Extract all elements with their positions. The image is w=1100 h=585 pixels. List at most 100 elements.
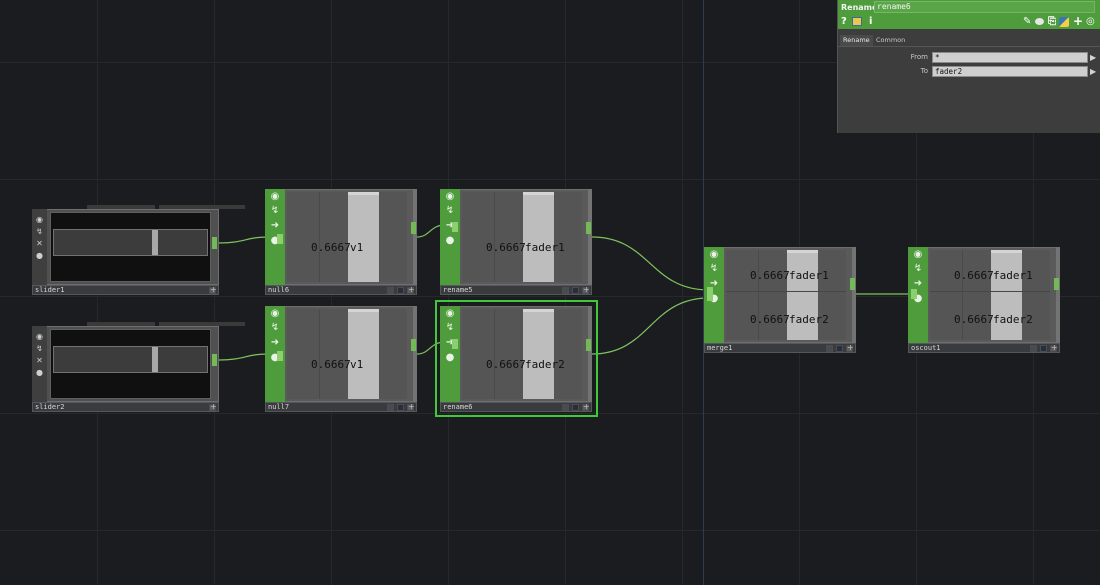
display-flag-icon[interactable] xyxy=(562,404,569,411)
render-flag-icon[interactable] xyxy=(836,345,843,352)
add-icon[interactable] xyxy=(407,285,415,294)
node-label[interactable]: null6 xyxy=(268,286,289,295)
node-null6[interactable]: ◉ ↯ ➜ ● 0.6667 v1 null6 xyxy=(265,189,417,295)
chop-viewer[interactable]: 0.6667 fader1 0.6667 fader2 xyxy=(930,250,1050,340)
bypass-icon[interactable]: ↯ xyxy=(443,322,457,334)
add-icon[interactable] xyxy=(1050,343,1058,352)
node-null7[interactable]: ◉ ↯ ➜ ● 0.6667 v1 null7 xyxy=(265,306,417,412)
chop-viewer[interactable]: 0.6667 v1 xyxy=(287,192,407,282)
add-icon[interactable] xyxy=(407,402,415,411)
viewer-icon[interactable]: ◉ xyxy=(268,191,282,203)
add-icon[interactable]: + xyxy=(1073,15,1083,27)
node-label[interactable]: slider2 xyxy=(35,403,65,412)
node-slider2[interactable]: ◉ ↯ ✕ ● slider2 xyxy=(32,322,245,412)
display-flag-icon[interactable] xyxy=(387,287,394,294)
help-icon[interactable]: ? xyxy=(841,16,847,27)
operator-name-field[interactable]: rename6 xyxy=(874,1,1095,13)
edit-icon[interactable]: ✎ xyxy=(1023,16,1031,27)
viewer-icon[interactable]: ◉ xyxy=(34,215,45,225)
node-slider1[interactable]: ◉ ↯ ✕ ● slider1 xyxy=(32,205,245,295)
target-icon[interactable]: ◎ xyxy=(1086,16,1095,27)
output-connector[interactable] xyxy=(212,354,217,366)
tab-rename[interactable]: Rename xyxy=(840,35,873,46)
display-flag-icon[interactable] xyxy=(826,345,833,352)
bypass-icon[interactable]: ↯ xyxy=(911,263,925,275)
node-label[interactable]: null7 xyxy=(268,403,289,412)
display-flag-icon[interactable] xyxy=(1030,345,1037,352)
chop-viewer[interactable]: 0.6667 fader2 xyxy=(462,309,582,399)
input-connector[interactable] xyxy=(277,234,283,244)
lock-icon[interactable]: ● xyxy=(443,352,457,364)
add-icon[interactable] xyxy=(209,402,217,411)
viewer-icon[interactable]: ◉ xyxy=(443,191,457,203)
bypass-icon[interactable]: ↯ xyxy=(707,263,721,275)
tab-common[interactable]: Common xyxy=(873,35,908,46)
output-connector[interactable] xyxy=(1054,278,1059,290)
render-flag-icon[interactable] xyxy=(397,287,404,294)
close-icon[interactable]: ✕ xyxy=(34,356,45,366)
slider-track[interactable] xyxy=(53,229,208,256)
lock-icon[interactable]: ● xyxy=(443,235,457,247)
output-connector[interactable] xyxy=(411,339,416,351)
bypass-icon[interactable]: ↯ xyxy=(268,322,282,334)
bypass-icon[interactable]: ↯ xyxy=(268,205,282,217)
python-icon[interactable] xyxy=(852,17,862,26)
viewer-icon[interactable]: ◉ xyxy=(268,308,282,320)
python-logo-icon[interactable] xyxy=(1059,17,1069,27)
from-menu-arrow-icon[interactable]: ▶ xyxy=(1090,52,1098,63)
bypass-icon[interactable]: ↯ xyxy=(443,205,457,217)
lock-icon[interactable]: ● xyxy=(34,368,45,378)
input-connector[interactable] xyxy=(452,339,458,349)
arrow-icon[interactable]: ➜ xyxy=(268,337,282,349)
node-label[interactable]: oscout1 xyxy=(911,344,941,353)
input-connector[interactable] xyxy=(452,222,458,232)
input-connector[interactable] xyxy=(707,287,713,301)
to-menu-arrow-icon[interactable]: ▶ xyxy=(1090,66,1098,77)
display-flag-icon[interactable] xyxy=(387,404,394,411)
chop-viewer[interactable]: 0.6667 v1 xyxy=(287,309,407,399)
node-rename5[interactable]: ◉ ↯ ➜ ● 0.6667 fader1 rename5 xyxy=(440,189,592,295)
render-flag-icon[interactable] xyxy=(397,404,404,411)
render-flag-icon[interactable] xyxy=(1040,345,1047,352)
bypass-icon[interactable]: ↯ xyxy=(34,344,45,354)
clone-icon[interactable]: ⎘ xyxy=(1048,16,1056,27)
viewer-icon[interactable]: ◉ xyxy=(707,249,721,261)
viewer-icon[interactable]: ◉ xyxy=(34,332,45,342)
node-label[interactable]: slider1 xyxy=(35,286,65,295)
output-connector[interactable] xyxy=(212,237,217,249)
node-oscout1[interactable]: ◉ ↯ ➜ ● 0.6667 fader1 0.6667 fader2 osco… xyxy=(908,247,1060,353)
from-field[interactable]: * xyxy=(932,52,1088,63)
viewer-icon[interactable]: ◉ xyxy=(443,308,457,320)
node-label[interactable]: rename6 xyxy=(443,403,473,412)
add-icon[interactable] xyxy=(209,285,217,294)
input-connector[interactable] xyxy=(277,351,283,361)
add-icon[interactable] xyxy=(846,343,854,352)
close-icon[interactable]: ✕ xyxy=(34,239,45,249)
output-connector[interactable] xyxy=(411,222,416,234)
slider-handle[interactable] xyxy=(152,230,158,255)
comment-icon[interactable] xyxy=(1035,18,1044,25)
render-flag-icon[interactable] xyxy=(572,404,579,411)
to-field[interactable]: fader2 xyxy=(932,66,1088,77)
output-connector[interactable] xyxy=(850,278,855,290)
output-connector[interactable] xyxy=(586,339,591,351)
slider-track[interactable] xyxy=(53,346,208,373)
output-connector[interactable] xyxy=(586,222,591,234)
slider-handle[interactable] xyxy=(152,347,158,372)
node-label[interactable]: rename5 xyxy=(443,286,473,295)
render-flag-icon[interactable] xyxy=(572,287,579,294)
viewer-icon[interactable]: ◉ xyxy=(911,249,925,261)
add-icon[interactable] xyxy=(582,285,590,294)
chop-viewer[interactable]: 0.6667 fader1 xyxy=(462,192,582,282)
arrow-icon[interactable]: ➜ xyxy=(268,220,282,232)
bypass-icon[interactable]: ↯ xyxy=(34,227,45,237)
chop-viewer[interactable]: 0.6667 fader1 0.6667 fader2 xyxy=(726,250,846,340)
lock-icon[interactable]: ● xyxy=(34,251,45,261)
node-rename6[interactable]: ◉ ↯ ➜ ● 0.6667 fader2 rename6 xyxy=(440,306,592,412)
add-icon[interactable] xyxy=(582,402,590,411)
display-flag-icon[interactable] xyxy=(562,287,569,294)
input-connector[interactable] xyxy=(911,289,917,299)
node-merge1[interactable]: ◉ ↯ ➜ ● 0.6667 fader1 0.6667 fader2 merg… xyxy=(704,247,856,353)
node-label[interactable]: merge1 xyxy=(707,344,732,353)
info-icon[interactable]: i xyxy=(869,16,872,27)
